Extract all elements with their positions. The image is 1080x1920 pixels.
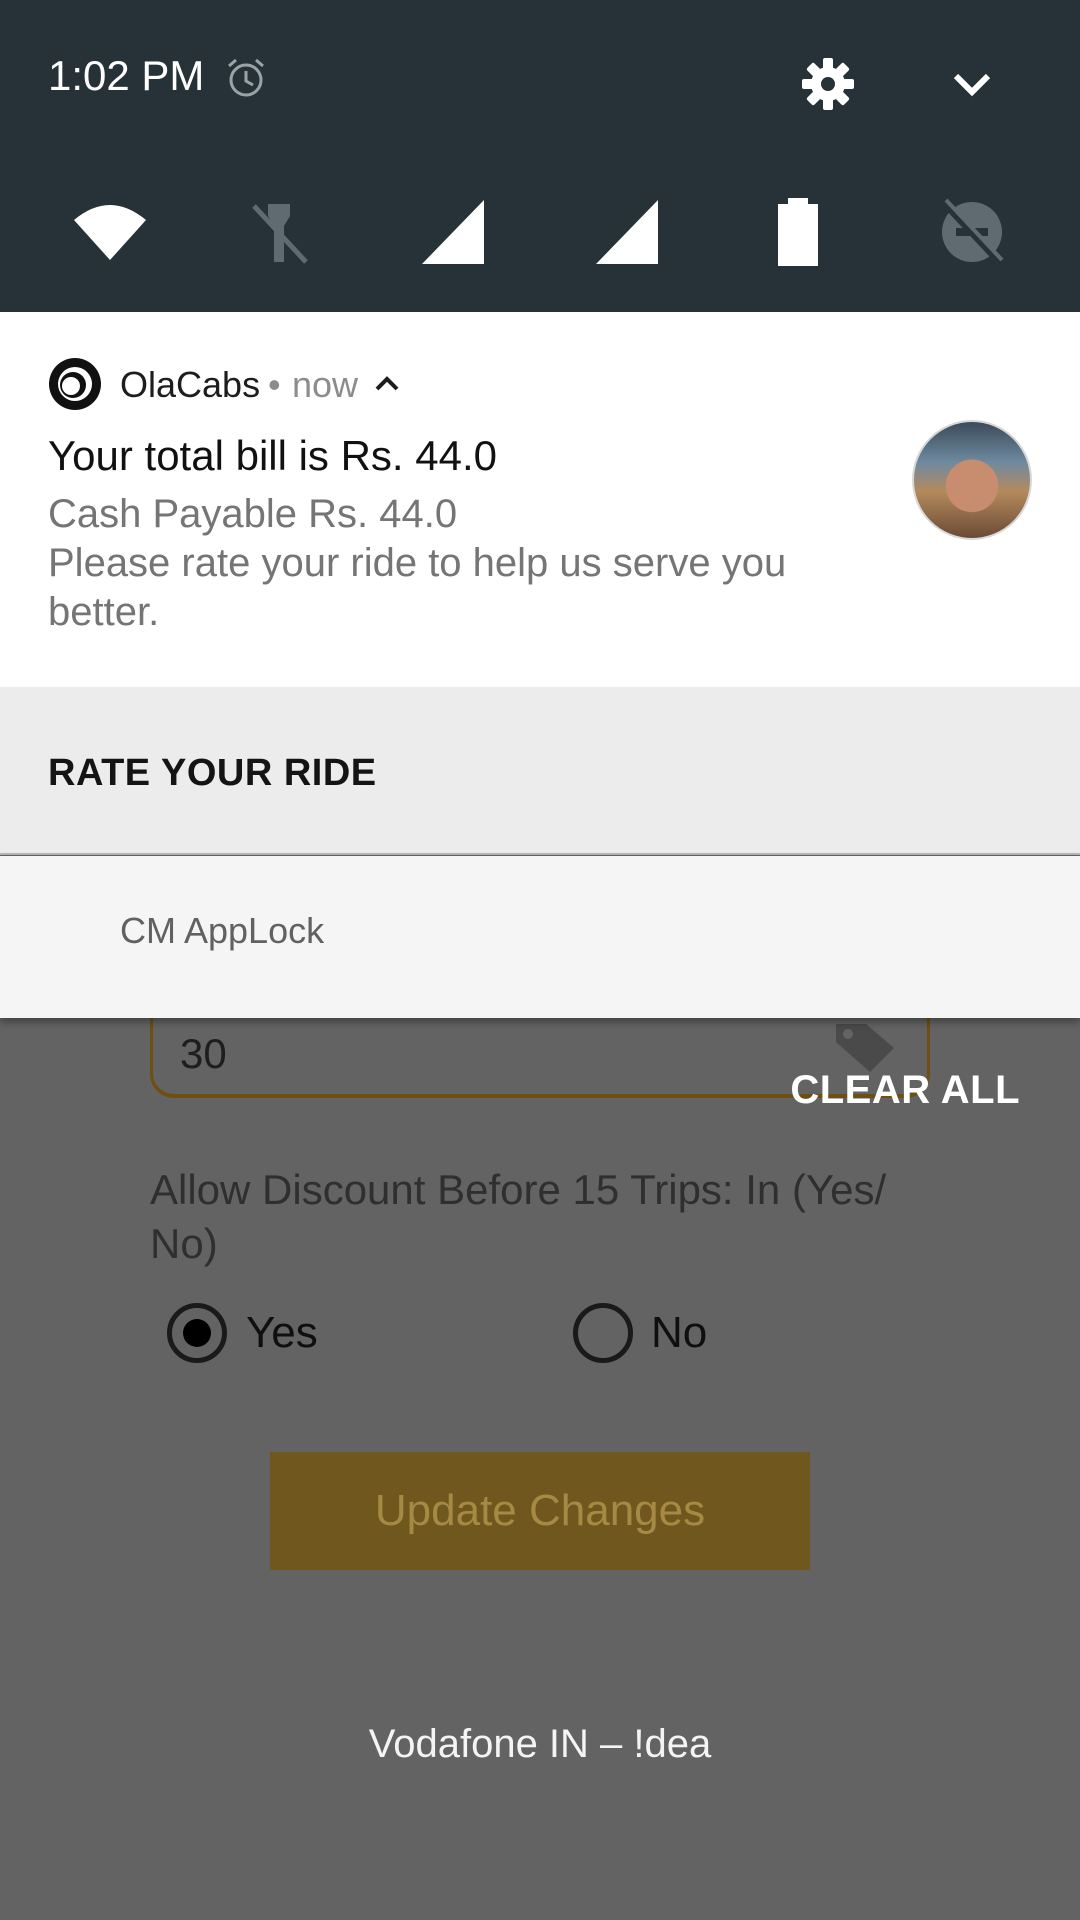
notification-line-2: Please rate your ride to help us serve y… [48, 541, 787, 634]
collapse-chevron-icon[interactable] [374, 372, 400, 394]
wifi-icon[interactable] [72, 196, 148, 268]
notification-body: Cash Payable Rs. 44.0 Please rate your r… [48, 490, 868, 637]
notification-title: Your total bill is Rs. 44.0 [48, 432, 498, 479]
settings-gear-icon[interactable] [800, 56, 856, 112]
discount-input[interactable]: 30 [180, 1030, 227, 1078]
quick-settings-panel: 1:02 PM [0, 0, 1080, 312]
carrier-label: Vodafone IN – !dea [368, 1722, 712, 1766]
rate-your-ride-button[interactable]: RATE YOUR RIDE [48, 752, 377, 795]
update-changes-button[interactable]: Update Changes [270, 1452, 810, 1570]
notification-line-1: Cash Payable Rs. 44.0 [48, 492, 458, 536]
flashlight-off-icon[interactable] [242, 196, 318, 268]
notification-time: now [292, 364, 359, 405]
battery-icon[interactable] [760, 196, 836, 268]
driver-avatar [912, 420, 1032, 540]
radio-yes-label[interactable]: Yes [246, 1308, 318, 1358]
do-not-disturb-off-icon[interactable] [934, 196, 1010, 268]
discount-label: Allow Discount Before 15 Trips: In (Yes/… [150, 1166, 887, 1267]
radio-no[interactable] [573, 1303, 633, 1363]
tag-icon [836, 1024, 894, 1072]
radio-yes[interactable] [167, 1303, 227, 1363]
expand-chevron-icon[interactable] [948, 66, 996, 106]
alarm-icon [228, 58, 264, 97]
olacabs-logo-icon [49, 358, 101, 410]
notification-app-name: OlaCabs [120, 364, 261, 405]
clear-all-button[interactable]: CLEAR ALL [790, 1068, 1020, 1113]
clock: 1:02 PM [48, 52, 205, 99]
notification-separator: • [268, 364, 281, 405]
radio-no-label[interactable]: No [651, 1308, 707, 1358]
signal-sim1-icon[interactable] [418, 196, 494, 268]
applock-app-name: CM AppLock [120, 910, 325, 951]
signal-sim2-icon[interactable] [592, 196, 668, 268]
